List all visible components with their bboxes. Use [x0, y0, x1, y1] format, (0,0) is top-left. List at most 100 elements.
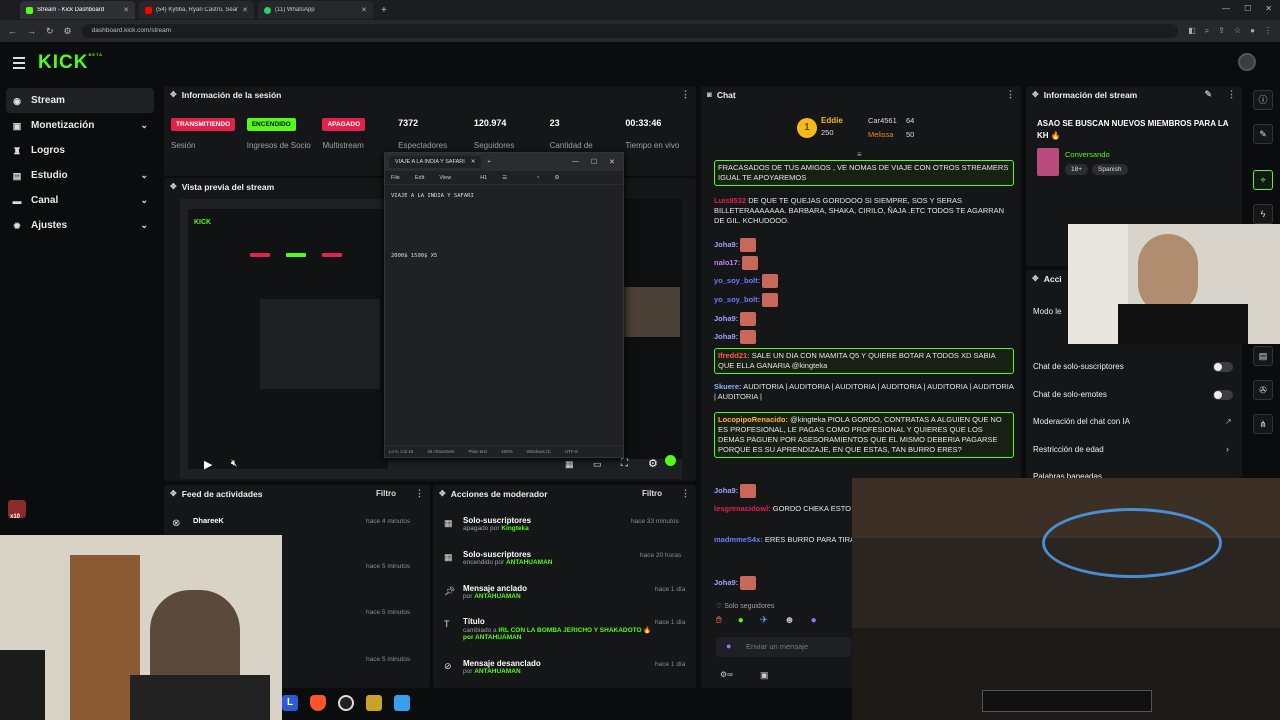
- settings-gear-icon[interactable]: ⚙: [648, 457, 658, 470]
- sidebar-item-estudio[interactable]: ▤ Estudio ⌄: [6, 163, 154, 188]
- play-icon[interactable]: ▶: [204, 458, 212, 471]
- url-field[interactable]: dashboard.kick.com/stream: [81, 24, 1179, 38]
- chat-username[interactable]: Luis9532: [714, 196, 746, 205]
- hamburger-menu-icon[interactable]: [13, 57, 25, 72]
- minimize-icon[interactable]: —: [1222, 4, 1230, 13]
- info-icon[interactable]: ⓘ: [1253, 90, 1273, 110]
- menu-edit[interactable]: Edit: [415, 175, 424, 181]
- close-tab-icon[interactable]: ✕: [123, 6, 129, 14]
- menu-file[interactable]: File: [391, 175, 400, 181]
- profile-icon[interactable]: ●: [1250, 26, 1255, 36]
- ai-icon[interactable]: ◔: [536, 175, 539, 181]
- kebab-menu-icon[interactable]: ⋮: [681, 488, 690, 499]
- stream-category[interactable]: Conversando: [1065, 150, 1110, 159]
- chat-username[interactable]: yo_soy_bolt:: [714, 276, 760, 285]
- fullscreen-icon[interactable]: ⛶: [621, 458, 628, 469]
- chat-username[interactable]: Joha9:: [714, 240, 738, 249]
- chat-username[interactable]: Joha9:: [714, 486, 738, 495]
- minimize-icon[interactable]: —: [572, 158, 579, 166]
- browser-tab-kick[interactable]: Stream - Kick Dashboard ✕: [20, 1, 135, 19]
- notepad-icon[interactable]: [394, 695, 410, 711]
- sidebar-item-logros[interactable]: ♜ Logros: [6, 138, 154, 163]
- new-tab-icon[interactable]: +: [487, 159, 490, 165]
- notepad-window[interactable]: VIAJE A LA INDIA Y SAFARI ✕ + — ☐ ✕ File…: [384, 152, 624, 458]
- emote-kick-icon[interactable]: ●: [738, 615, 744, 626]
- theater-icon[interactable]: ▭: [593, 459, 602, 470]
- share-icon[interactable]: ⇪: [1218, 26, 1225, 36]
- site-info-icon[interactable]: ⚙: [64, 26, 72, 37]
- chat-input[interactable]: ● Enviar un mensaje: [716, 637, 851, 657]
- wrench-icon[interactable]: ✇: [1253, 380, 1273, 400]
- sidebar-item-monetizacion[interactable]: ▣ Monetización ⌄: [6, 113, 154, 138]
- mute-icon[interactable]: 🔇︎: [231, 458, 237, 469]
- wow-icon[interactable]: [366, 695, 382, 711]
- close-window-icon[interactable]: ✕: [609, 158, 615, 166]
- emote-hand-icon[interactable]: ✋︎: [716, 615, 722, 626]
- forward-icon[interactable]: →: [27, 26, 36, 36]
- filter-button[interactable]: Filtro: [642, 489, 662, 498]
- chat-username[interactable]: Skuere:: [714, 382, 742, 391]
- menu-view[interactable]: View: [439, 175, 451, 181]
- menu-icon[interactable]: ⋮: [1264, 26, 1272, 36]
- extension-icon[interactable]: ◧: [1188, 26, 1196, 36]
- back-icon[interactable]: ←: [8, 26, 17, 36]
- emote-purple-icon[interactable]: ●: [811, 615, 817, 626]
- chat-username[interactable]: yo_soy_bolt:: [714, 295, 760, 304]
- emote-bird-icon[interactable]: ✈︎: [760, 615, 768, 626]
- top-gifter-name[interactable]: Melissa: [868, 130, 893, 139]
- settings-gear-icon[interactable]: ⚙: [554, 175, 559, 181]
- crosshair-icon[interactable]: ⌖: [1253, 170, 1273, 190]
- reload-icon[interactable]: ↻: [46, 26, 54, 37]
- heading-dropdown[interactable]: H1: [480, 175, 487, 181]
- sidebar-item-stream[interactable]: ◉ Stream: [6, 88, 154, 113]
- grip-icon[interactable]: ✥: [170, 90, 177, 99]
- chat-username[interactable]: lesgrenacidowl:: [714, 504, 771, 513]
- mod-action-user[interactable]: Kingteka: [501, 525, 528, 532]
- chat-username[interactable]: madmmeS4x:: [714, 535, 763, 544]
- chat-username[interactable]: LocopipoRenacido:: [718, 415, 788, 424]
- emote-picker-icon[interactable]: ●: [726, 641, 731, 651]
- grip-icon[interactable]: ✥: [170, 489, 177, 498]
- user-avatar[interactable]: [1238, 53, 1256, 71]
- new-tab-button[interactable]: +: [381, 5, 387, 16]
- grip-icon[interactable]: ✥: [439, 489, 446, 498]
- notepad-tab[interactable]: VIAJE A LA INDIA Y SAFARI ✕: [389, 156, 482, 168]
- layers-icon[interactable]: ▤: [1253, 346, 1273, 366]
- notepad-editor[interactable]: VIAJE A LA INDIA Y SAFARI 2000$ 1500$ X5: [385, 185, 623, 267]
- obs-icon[interactable]: [338, 695, 354, 711]
- feed-user[interactable]: DhareeK: [193, 516, 224, 525]
- chat-username[interactable]: Joha9:: [714, 314, 738, 323]
- brave-icon[interactable]: [310, 695, 326, 711]
- edit-pencil-icon[interactable]: ✎: [1204, 89, 1212, 100]
- chat-settings-icon[interactable]: ⚙︎∞: [720, 670, 733, 679]
- app-l-icon[interactable]: L: [282, 695, 298, 711]
- kebab-menu-icon[interactable]: ⋮: [1006, 89, 1015, 100]
- maximize-icon[interactable]: ☐: [1244, 4, 1251, 13]
- clip-icon[interactable]: ▦: [565, 459, 574, 470]
- kebab-menu-icon[interactable]: ⋮: [1227, 89, 1236, 100]
- share-nodes-icon[interactable]: ⋔: [1253, 414, 1273, 434]
- grip-icon[interactable]: ✥: [170, 182, 177, 191]
- chat-username[interactable]: Joha9:: [714, 578, 738, 587]
- external-link-icon[interactable]: ↗: [1225, 417, 1232, 426]
- mod-action-user[interactable]: ANTAHUAMAN: [474, 593, 520, 600]
- chat-username[interactable]: Joha9:: [714, 332, 738, 341]
- edit-icon[interactable]: ✎: [1253, 124, 1273, 144]
- top-gifter-name[interactable]: Car4561: [868, 116, 897, 125]
- sidebar-item-canal[interactable]: ▬ Canal ⌄: [6, 188, 154, 213]
- chat-username[interactable]: nalo17:: [714, 258, 740, 267]
- maximize-icon[interactable]: ☐: [591, 158, 597, 166]
- bolt-icon[interactable]: ϟ: [1253, 204, 1273, 224]
- close-tab-icon[interactable]: ✕: [361, 6, 367, 14]
- kebab-menu-icon[interactable]: ⋮: [415, 488, 424, 499]
- list-icon[interactable]: ☰: [502, 175, 507, 181]
- subs-only-toggle[interactable]: [1213, 362, 1233, 372]
- mod-action-user[interactable]: ANTAHUAMAN: [506, 559, 552, 566]
- grip-icon[interactable]: ✥: [1032, 90, 1039, 99]
- kebab-menu-icon[interactable]: ⋮: [681, 89, 690, 100]
- chevron-right-icon[interactable]: ›: [1226, 444, 1229, 454]
- mod-action-user[interactable]: IRL CON LA BOMBA JERICHO Y SHAKADOTO 🔥: [498, 627, 651, 634]
- kick-logo[interactable]: KICKBETA: [38, 52, 103, 74]
- sidebar-item-ajustes[interactable]: ✹ Ajustes ⌄: [6, 213, 154, 238]
- close-tab-icon[interactable]: ✕: [242, 6, 248, 14]
